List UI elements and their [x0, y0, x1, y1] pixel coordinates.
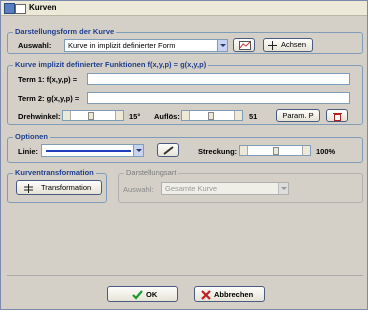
- darstellungsart-auswahl-label: Auswahl:: [123, 185, 154, 194]
- aufloes-slider[interactable]: [181, 110, 243, 121]
- window-title: Kurven: [29, 3, 57, 12]
- group-label: Optionen: [13, 132, 50, 141]
- pen-button[interactable]: [157, 143, 179, 157]
- aufloes-label: Auflös:: [154, 112, 180, 121]
- window-icon: [15, 4, 26, 14]
- auswahl-label: Auswahl:: [18, 41, 52, 50]
- transform-icon: [24, 184, 33, 193]
- line-style-preview: [46, 150, 131, 152]
- slider-right-arrow[interactable]: [234, 111, 242, 120]
- select-value: Gesamte Kurve: [165, 184, 218, 193]
- slider-right-arrow[interactable]: [302, 146, 310, 155]
- term2-label: Term 2: g(x,y,p) =: [18, 94, 80, 103]
- select-value: Kurve in implizit definierter Form: [68, 41, 176, 50]
- streckung-label: Streckung:: [198, 147, 238, 156]
- streckung-value: 100%: [316, 147, 336, 156]
- param-p-button[interactable]: Param. P: [276, 109, 320, 122]
- chevron-down-icon[interactable]: [217, 40, 227, 51]
- achsen-label: Achsen: [281, 40, 307, 49]
- drehwinkel-value: 15°: [129, 112, 141, 121]
- group-label: Kurventransformation: [13, 168, 96, 177]
- streckung-slider[interactable]: [239, 145, 311, 156]
- dialog-window: Kurven Darstellungsform der Kurve Auswah…: [0, 0, 368, 310]
- ok-label: OK: [146, 290, 158, 299]
- darstellungsart-select: Gesamte Kurve: [161, 182, 289, 195]
- term1-label: Term 1: f(x,y,p) =: [18, 75, 78, 84]
- group-label: Darstellungsart: [124, 168, 179, 177]
- axes-icon: [268, 41, 277, 50]
- slider-thumb[interactable]: [88, 112, 94, 120]
- close-icon: [201, 290, 211, 300]
- slider-left-arrow[interactable]: [182, 111, 190, 120]
- linie-label: Linie:: [18, 147, 38, 156]
- group-label: Kurve implizit definierter Funktionen f(…: [13, 60, 209, 69]
- checkmark-icon: [132, 290, 143, 300]
- drehwinkel-slider[interactable]: [62, 110, 124, 121]
- aufloes-value: 51: [249, 112, 258, 121]
- trash-icon: [333, 113, 342, 121]
- title-bar: Kurven: [1, 1, 367, 16]
- pen-icon: [163, 146, 174, 155]
- drehwinkel-label: Drehwinkel:: [18, 112, 61, 121]
- achsen-button[interactable]: Achsen: [263, 38, 313, 52]
- abbrechen-button[interactable]: Abbrechen: [194, 286, 265, 302]
- delete-button[interactable]: [326, 109, 348, 122]
- param-p-label: Param. P: [282, 111, 314, 120]
- ok-button[interactable]: OK: [107, 286, 178, 302]
- slider-thumb[interactable]: [208, 112, 214, 120]
- app-icon: [4, 3, 15, 14]
- slider-left-arrow[interactable]: [240, 146, 248, 155]
- transformation-button[interactable]: Transformation: [16, 180, 102, 195]
- abbrechen-label: Abbrechen: [214, 290, 254, 299]
- chevron-down-icon: [278, 183, 288, 194]
- slider-left-arrow[interactable]: [63, 111, 71, 120]
- group-label: Darstellungsform der Kurve: [13, 27, 117, 36]
- graph-icon: [239, 41, 251, 50]
- term1-input[interactable]: [87, 73, 350, 85]
- graph-button[interactable]: [233, 38, 255, 52]
- slider-right-arrow[interactable]: [115, 111, 123, 120]
- transformation-label: Transformation: [41, 183, 92, 192]
- slider-thumb[interactable]: [273, 147, 279, 155]
- chevron-down-icon[interactable]: [133, 145, 143, 156]
- darstellungsform-select[interactable]: Kurve in implizit definierter Form: [64, 39, 228, 52]
- linie-select[interactable]: [41, 144, 144, 157]
- term2-input[interactable]: [87, 92, 350, 104]
- divider: [7, 275, 363, 276]
